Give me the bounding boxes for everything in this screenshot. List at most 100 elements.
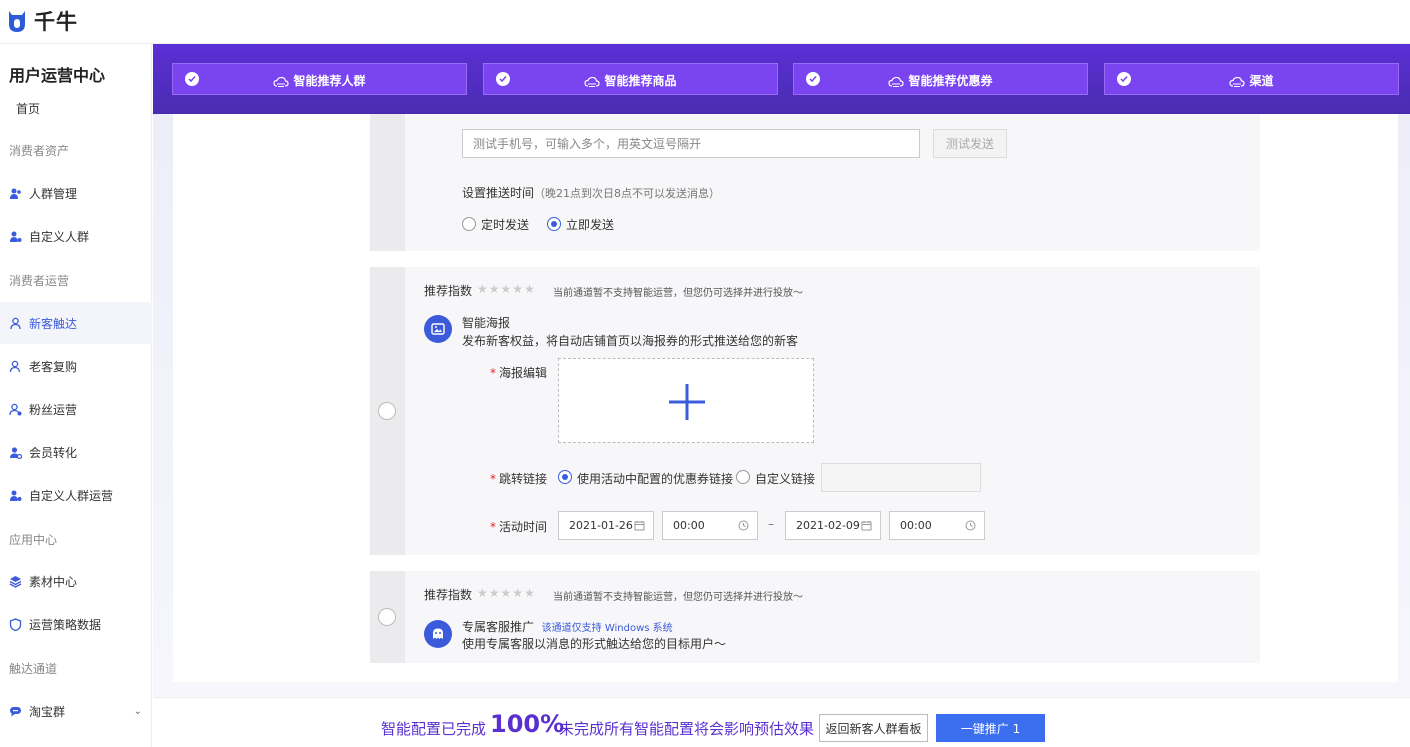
start-date-value: 2021-01-26 [569,519,633,532]
one-click-promote-button[interactable]: 一键推广 1 [936,714,1045,742]
service-title: 专属客服推广 [462,620,535,634]
clock-icon [965,520,976,531]
chat-icon [9,705,22,718]
rec-note: 当前通道暂不支持智能运营，但您仍可选择并进行投放～ [553,592,803,603]
poster-upload-area[interactable] [558,358,814,443]
test-send-button[interactable]: 测试发送 [933,129,1007,158]
windows-only-tag: 该通道仅支持 Windows 系统 [541,623,673,634]
date-range-separator: – [768,517,774,531]
step-label: 智能推荐优惠券 [908,74,993,88]
service-robot-icon [424,620,452,648]
radio-custom-link[interactable] [736,470,750,484]
end-time-picker[interactable]: 00:00 [889,511,985,540]
sidebar-item-member-conversion[interactable]: 会员转化 [0,431,152,473]
sidebar-item-new-customer-reach[interactable]: 新客触达 [0,302,152,344]
logo[interactable]: 千牛 [6,6,78,36]
rec-stars: ★ ★ ★ ★ ★ [477,586,535,600]
start-date-picker[interactable]: 2021-01-26 [558,511,654,540]
sidebar-item-repurchase[interactable]: 老客复购 [0,345,152,387]
radio-send-now[interactable] [547,217,561,231]
radio-send-now-label: 立即发送 [566,218,615,232]
step-label: 智能推荐商品 [604,74,677,88]
back-to-dashboard-button[interactable]: 返回新客人群看板 [819,714,928,742]
service-desc: 使用专属客服以消息的形式触达给您的目标用户～ [462,637,727,651]
cloud-icon [888,76,905,87]
rec-index-label: 推荐指数 [424,284,473,298]
star-icon: ★ [488,586,500,600]
user-heart-icon [9,403,22,416]
schedule-label: 设置推送时间（晚21点到次日8点不可以发送消息） [462,184,720,201]
sidebar-item-label: 老客复购 [29,359,78,374]
star-icon: ★ [524,586,535,600]
activity-time-label: * 活动时间 [490,520,548,534]
service-title-row: 专属客服推广 该通道仅支持 Windows 系统 [462,618,673,635]
shield-icon [9,617,22,631]
cloud-icon [1229,76,1246,87]
step-label: 渠道 [1249,74,1274,88]
radio-timed-send[interactable] [462,217,476,231]
cloud-icon [273,76,290,87]
star-icon: ★ [512,586,524,600]
users-icon [9,187,22,200]
step-smart-goods[interactable]: 智能推荐商品 [483,63,778,95]
radio-custom-link-label: 自定义链接 [755,472,816,486]
step-label: 智能推荐人群 [293,74,366,88]
sidebar-group-consumer-assets: 消费者资产 [9,144,70,158]
activity-time-label-text: 活动时间 [499,520,548,534]
sidebar-item-label: 会员转化 [29,445,78,460]
jump-link-label: * 跳转链接 [490,472,548,486]
radio-timed-send-label: 定时发送 [481,218,530,232]
star-icon: ★ [524,282,535,296]
user-icon [9,317,22,330]
sidebar-item-fans-ops[interactable]: 粉丝运营 [0,388,152,430]
star-icon: ★ [512,282,524,296]
top-bar: 千牛 [0,0,1410,44]
sidebar-item-label: 淘宝群 [29,704,66,719]
sidebar: 用户运营中心 首页 消费者资产 人群管理 自定义人群 消费者运营 新客触达 老客… [0,44,152,747]
sidebar-item-label: 自定义人群运营 [29,488,114,503]
select-poster-channel-radio[interactable] [378,402,396,420]
chevron-down-icon[interactable]: ⌄ [134,706,142,717]
select-service-channel-radio[interactable] [378,608,396,626]
poster-edit-label-text: 海报编辑 [499,366,548,380]
config-percent: 100% [490,710,565,738]
sidebar-item-home[interactable]: 首页 [16,100,40,117]
image-icon [424,315,452,343]
custom-link-input[interactable] [821,463,981,492]
sidebar-item-custom-crowd[interactable]: 自定义人群 [0,215,152,257]
sidebar-item-label: 粉丝运营 [29,402,78,417]
sidebar-item-label: 人群管理 [29,186,78,201]
radio-coupon-link[interactable] [558,470,572,484]
qianniu-logo-icon [9,11,25,32]
start-time-value: 00:00 [673,519,705,532]
start-time-picker[interactable]: 00:00 [662,511,758,540]
radio-coupon-link-label: 使用活动中配置的优惠券链接 [577,472,734,486]
sidebar-item-custom-crowd-ops[interactable]: 自定义人群运营 [0,474,152,516]
end-date-picker[interactable]: 2021-02-09 [785,511,881,540]
end-time-value: 00:00 [900,519,932,532]
cloud-icon [584,76,601,87]
sidebar-group-consumer-ops: 消费者运营 [9,274,70,288]
schedule-label-text: 设置推送时间 [462,186,535,200]
member-icon [9,446,22,459]
calendar-icon [861,521,872,531]
schedule-hint: （晚21点到次日8点不可以发送消息） [534,187,721,200]
sidebar-item-label: 新客触达 [29,316,78,331]
star-icon: ★ [500,282,512,296]
plus-icon [669,384,705,420]
sidebar-item-taobao-group[interactable]: 淘宝群 ⌄ [0,690,152,732]
block-gutter [370,114,405,251]
config-done-text: 智能配置已完成 [381,720,487,738]
sidebar-item-crowd-management[interactable]: 人群管理 [0,172,152,214]
sidebar-group-app-center: 应用中心 [9,533,58,547]
users-settings-icon [9,230,22,243]
star-icon: ★ [500,586,512,600]
sidebar-item-material-center[interactable]: 素材中心 [0,560,152,602]
sidebar-item-strategy-data[interactable]: 运营策略数据 [0,603,152,645]
test-phone-input[interactable]: 测试手机号，可输入多个，用英文逗号隔开 [462,129,920,158]
footer-bar: 智能配置已完成 100% 未完成所有智能配置将会影响预估效果 返回新客人群看板 … [153,697,1410,747]
step-channel[interactable]: 渠道 [1104,63,1399,95]
step-smart-crowd[interactable]: 智能推荐人群 [172,63,467,95]
layers-icon [9,575,22,588]
step-smart-coupon[interactable]: 智能推荐优惠券 [793,63,1088,95]
